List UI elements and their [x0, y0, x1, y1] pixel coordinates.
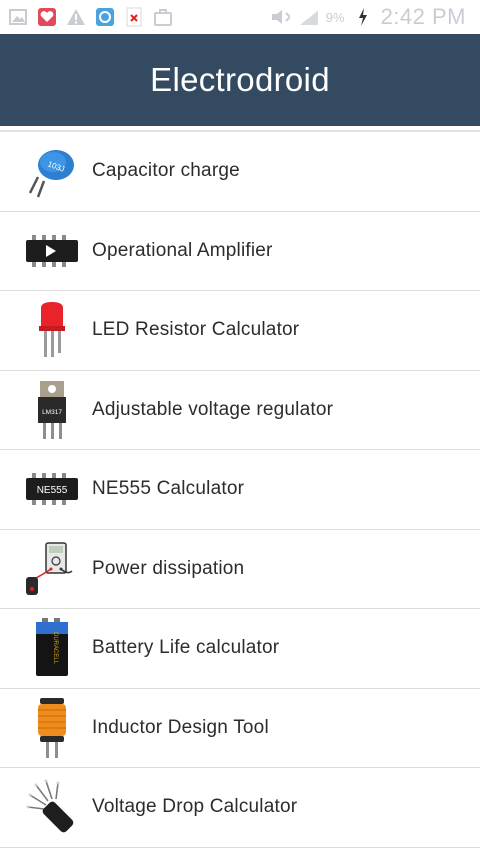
list-item-capacitor-charge[interactable]: 103J Capacitor charge	[0, 132, 480, 212]
status-bar: 9% 2:42 PM	[0, 0, 480, 34]
svg-text:DURACELL: DURACELL	[52, 632, 58, 665]
voltage-regulator-icon: LM317	[22, 380, 82, 440]
multimeter-icon	[22, 539, 82, 599]
list-item-label: Adjustable voltage regulator	[92, 398, 334, 420]
list-item-operational-amplifier[interactable]: Operational Amplifier	[0, 212, 480, 291]
tool-list: 103J Capacitor charge Operational Amplif…	[0, 132, 480, 848]
heart-shield-icon	[37, 7, 57, 27]
wire-cable-icon	[22, 777, 82, 837]
gallery-icon	[8, 7, 28, 27]
list-item-label: Operational Amplifier	[92, 239, 273, 261]
list-item-label: LED Resistor Calculator	[92, 319, 300, 341]
warning-icon	[66, 7, 86, 27]
list-item-led-resistor-calculator[interactable]: LED Resistor Calculator	[0, 291, 480, 371]
mute-icon	[270, 7, 290, 27]
system-status: 9% 2:42 PM	[270, 0, 466, 34]
list-item-inductor-design-tool[interactable]: Inductor Design Tool	[0, 689, 480, 768]
clock: 2:42 PM	[380, 4, 466, 29]
list-item-label: Capacitor charge	[92, 160, 240, 182]
list-item-battery-life-calculator[interactable]: DURACELL Battery Life calculator	[0, 609, 480, 689]
svg-text:LM317: LM317	[42, 409, 62, 416]
list-item-ne555-calculator[interactable]: NE555 NE555 Calculator	[0, 450, 480, 530]
battery-percent: 9%	[325, 9, 345, 25]
list-item-power-dissipation[interactable]: Power dissipation	[0, 530, 480, 609]
charging-icon	[353, 7, 373, 27]
list-item-label: Power dissipation	[92, 557, 245, 579]
op-amp-chip-icon	[22, 221, 82, 281]
list-item-voltage-drop-calculator[interactable]: Voltage Drop Calculator	[0, 768, 480, 848]
list-item-label: Voltage Drop Calculator	[92, 796, 298, 818]
refresh-app-icon	[95, 7, 115, 27]
list-item-adjustable-voltage-regulator[interactable]: LM317 Adjustable voltage regulator	[0, 371, 480, 450]
list-item-label: NE555 Calculator	[92, 478, 245, 500]
svg-text:NE555: NE555	[37, 485, 68, 496]
notification-icons	[0, 7, 173, 27]
list-item-label: Inductor Design Tool	[92, 716, 269, 738]
app-title: Electrodroid	[150, 61, 330, 98]
signal-icon	[298, 7, 318, 27]
inductor-icon	[22, 697, 82, 758]
led-icon	[22, 300, 82, 360]
list-item-label: Battery Life calculator	[92, 637, 280, 659]
bag-icon	[153, 7, 173, 27]
app-bar: Electrodroid	[0, 34, 480, 126]
close-notification-icon	[124, 7, 144, 27]
capacitor-icon: 103J	[22, 141, 82, 201]
ne555-chip-icon: NE555	[22, 459, 82, 519]
battery-icon: DURACELL	[22, 618, 82, 678]
